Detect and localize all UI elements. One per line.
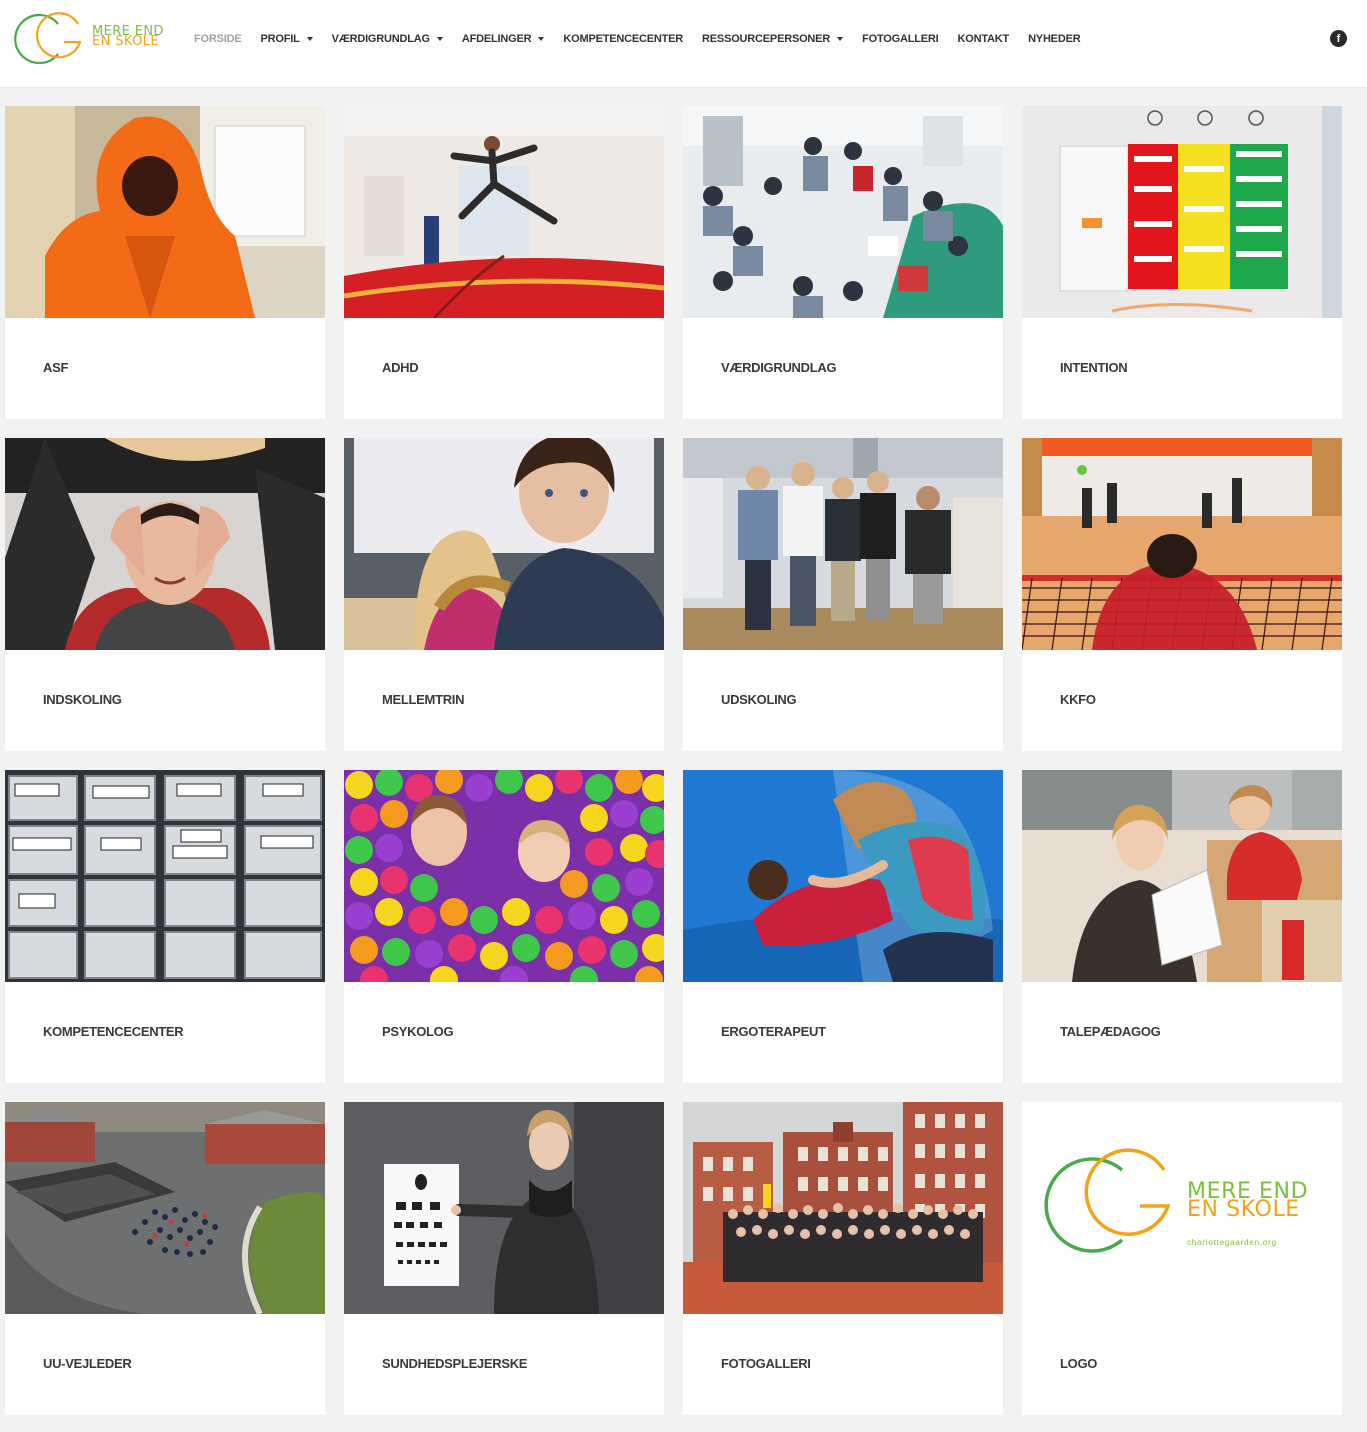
card-kompetencecenter[interactable]: KOMPETENCECENTER bbox=[5, 770, 325, 1083]
card-image bbox=[344, 438, 664, 650]
card-image bbox=[1022, 438, 1342, 650]
card-vaerdigrundlag[interactable]: VÆRDIGRUNDLAG bbox=[683, 106, 1003, 419]
card-image bbox=[344, 1102, 664, 1314]
card-label: ERGOTERAPEUT bbox=[721, 1024, 826, 1039]
card-sundhedsplejerske[interactable]: SUNDHEDSPLEJERSKE bbox=[344, 1102, 664, 1415]
card-ergoterapeut[interactable]: ERGOTERAPEUT bbox=[683, 770, 1003, 1083]
logo-mark-icon bbox=[14, 12, 82, 65]
card-image bbox=[5, 1102, 325, 1314]
card-grid: ASF ADHD VÆRDIGRUNDLAG INTENTION INDSKOL… bbox=[5, 106, 1342, 1415]
chevron-down-icon bbox=[538, 37, 545, 41]
card-logo[interactable]: MERE END EN SKOLE charlottegaarden.org L… bbox=[1022, 1102, 1342, 1415]
nav-item-forside[interactable]: FORSIDE bbox=[194, 33, 242, 45]
card-udskoling[interactable]: UDSKOLING bbox=[683, 438, 1003, 751]
facebook-icon[interactable]: f bbox=[1330, 30, 1347, 47]
card-uu-vejleder[interactable]: UU-VEJLEDER bbox=[5, 1102, 325, 1415]
card-image bbox=[5, 770, 325, 982]
nav-item-kontakt[interactable]: KONTAKT bbox=[958, 33, 1010, 45]
nav-item-fotogalleri[interactable]: FOTOGALLERI bbox=[862, 33, 939, 45]
card-image bbox=[683, 1102, 1003, 1314]
card-image bbox=[5, 438, 325, 650]
card-label: PSYKOLOG bbox=[382, 1024, 454, 1039]
card-label: INDSKOLING bbox=[43, 692, 122, 707]
nav-item-nyheder[interactable]: NYHEDER bbox=[1028, 33, 1081, 45]
card-label: UU-VEJLEDER bbox=[43, 1356, 132, 1371]
card-label: FOTOGALLERI bbox=[721, 1356, 811, 1371]
card-kkfo[interactable]: KKFO bbox=[1022, 438, 1342, 751]
card-image bbox=[683, 106, 1003, 318]
card-label: ADHD bbox=[382, 360, 419, 375]
card-image bbox=[344, 770, 664, 982]
card-label: KOMPETENCECENTER bbox=[43, 1024, 184, 1039]
card-label: TALEPÆDAGOG bbox=[1060, 1024, 1161, 1039]
card-psykolog[interactable]: PSYKOLOG bbox=[344, 770, 664, 1083]
logo-url: charlottegaarden.org bbox=[1187, 1238, 1277, 1247]
card-image bbox=[5, 106, 325, 318]
chevron-down-icon bbox=[837, 37, 844, 41]
card-fotogalleri[interactable]: FOTOGALLERI bbox=[683, 1102, 1003, 1415]
card-mellemtrin[interactable]: MELLEMTRIN bbox=[344, 438, 664, 751]
card-label: KKFO bbox=[1060, 692, 1096, 707]
card-intention[interactable]: INTENTION bbox=[1022, 106, 1342, 419]
card-asf[interactable]: ASF bbox=[5, 106, 325, 419]
chevron-down-icon bbox=[436, 37, 443, 41]
card-label: SUNDHEDSPLEJERSKE bbox=[382, 1356, 528, 1371]
nav-item-afdelinger[interactable]: AFDELINGER bbox=[462, 33, 545, 45]
card-image bbox=[1022, 106, 1342, 318]
card-image bbox=[683, 770, 1003, 982]
nav-item-vaerdigrundlag[interactable]: VÆRDIGRUNDLAG bbox=[332, 33, 443, 45]
card-image bbox=[1022, 770, 1342, 982]
nav-item-profil[interactable]: PROFIL bbox=[261, 33, 313, 45]
card-adhd[interactable]: ADHD bbox=[344, 106, 664, 419]
card-label: UDSKOLING bbox=[721, 692, 797, 707]
card-label: MELLEMTRIN bbox=[382, 692, 465, 707]
site-logo[interactable]: MERE END EN SKOLE bbox=[12, 10, 172, 68]
card-image bbox=[344, 106, 664, 318]
card-label: ASF bbox=[43, 360, 69, 375]
main-nav: FORSIDE PROFIL VÆRDIGRUNDLAG AFDELINGER … bbox=[194, 30, 1099, 48]
site-header: MERE END EN SKOLE FORSIDE PROFIL VÆRDIGR… bbox=[0, 0, 1367, 88]
chevron-down-icon bbox=[306, 37, 313, 41]
card-image: MERE END EN SKOLE charlottegaarden.org bbox=[1022, 1102, 1342, 1314]
nav-item-kompetencecenter[interactable]: KOMPETENCECENTER bbox=[563, 33, 683, 45]
card-image bbox=[683, 438, 1003, 650]
card-label: INTENTION bbox=[1060, 360, 1128, 375]
card-talepaedagog[interactable]: TALEPÆDAGOG bbox=[1022, 770, 1342, 1083]
logo-line2: EN SKOLE bbox=[92, 34, 160, 49]
card-indskoling[interactable]: INDSKOLING bbox=[5, 438, 325, 751]
card-label: LOGO bbox=[1060, 1356, 1098, 1371]
card-label: VÆRDIGRUNDLAG bbox=[721, 360, 837, 375]
nav-item-ressourcepersoner[interactable]: RESSOURCEPERSONER bbox=[702, 33, 844, 45]
logo-line2: EN SKOLE bbox=[1187, 1197, 1300, 1222]
